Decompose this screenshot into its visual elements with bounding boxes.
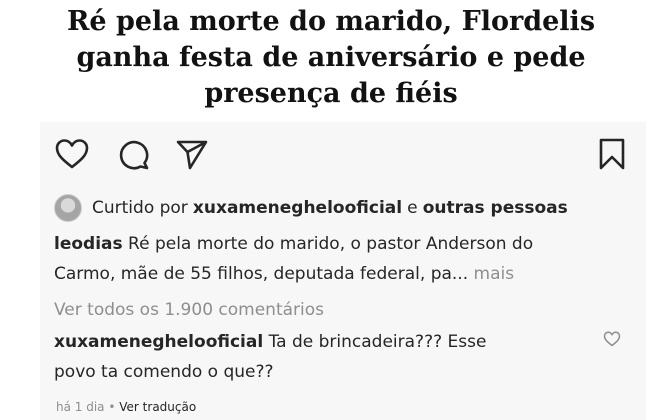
comment-text-line-1: Ta de brincadeira??? Esse: [268, 332, 487, 352]
comment-icon: [119, 140, 149, 170]
comment-text-line-2: povo ta comendo o que??: [54, 362, 274, 382]
post-caption: leodias Ré pela morte do marido, o pasto…: [54, 229, 614, 289]
small-heart-icon: [603, 331, 621, 347]
article-headline: Ré pela morte do marido, Flordelis ganha…: [0, 4, 662, 112]
share-button[interactable]: [172, 134, 212, 174]
save-button[interactable]: [592, 134, 632, 174]
see-translation-link[interactable]: Ver tradução: [119, 400, 196, 414]
view-all-comments-link[interactable]: Ver todos os 1.900 comentários: [54, 295, 324, 325]
liked-by-others-link[interactable]: outras pessoas: [423, 193, 568, 223]
headline-line-1: Ré pela morte do marido, Flordelis: [66, 6, 596, 37]
bookmark-icon: [599, 138, 625, 170]
comment-username[interactable]: xuxameneghelooficial: [54, 332, 263, 352]
liked-by-connector: e: [407, 198, 418, 218]
comment-like-button[interactable]: [603, 331, 621, 351]
liked-by-row: Curtido por xuxameneghelooficial e outra…: [54, 193, 568, 223]
caption-more-link[interactable]: mais: [474, 264, 515, 284]
heart-icon: [55, 139, 89, 169]
like-button[interactable]: [52, 134, 92, 174]
liked-by-prefix: Curtido por: [92, 198, 188, 218]
meta-separator: •: [108, 400, 116, 414]
post-action-bar: [52, 134, 632, 174]
paper-plane-icon: [176, 140, 208, 170]
comment-timestamp: há 1 dia: [56, 400, 105, 414]
caption-username[interactable]: leodias: [54, 234, 123, 254]
liker-username[interactable]: xuxameneghelooficial: [193, 193, 402, 223]
comment-item: xuxameneghelooficial Ta de brincadeira??…: [54, 327, 594, 387]
comment-meta: há 1 dia • Ver tradução: [56, 398, 196, 416]
liker-avatar[interactable]: [54, 194, 82, 222]
caption-text-line-2: Carmo, mãe de 55 filhos, deputada federa…: [54, 264, 469, 284]
headline-line-3: presença de fiéis: [204, 78, 458, 109]
headline-line-2: ganha festa de aniversário e pede: [76, 42, 586, 73]
caption-text-line-1: Ré pela morte do marido, o pastor Anders…: [128, 234, 534, 254]
comment-button[interactable]: [114, 134, 154, 174]
